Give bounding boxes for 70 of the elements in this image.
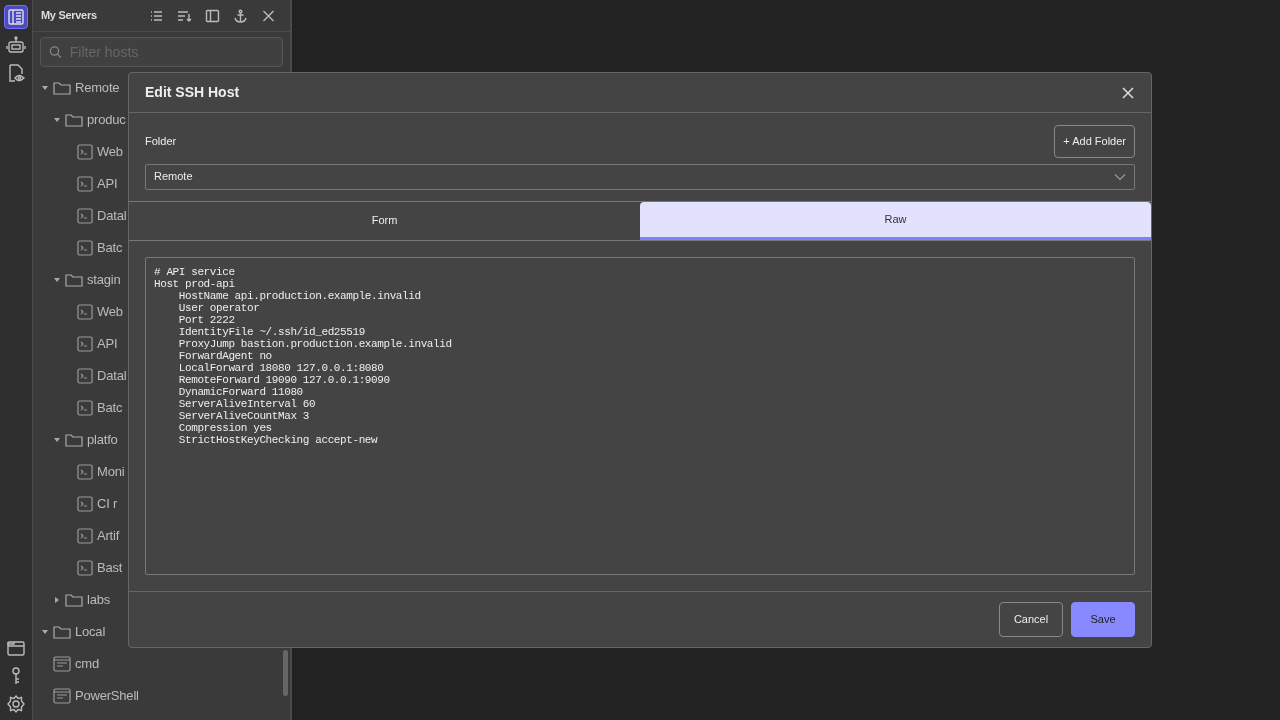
save-button[interactable]: Save: [1071, 602, 1135, 637]
caret-down-icon[interactable]: [42, 85, 48, 91]
field-label: Folder: [145, 134, 177, 149]
host-label[interactable]: CI r: [97, 494, 118, 514]
list-icon: [148, 8, 164, 23]
folder-icon: [65, 113, 83, 127]
caret-down-icon[interactable]: [54, 117, 60, 123]
terminal-icon: [77, 528, 93, 544]
folder-icon: [53, 625, 71, 639]
folder-icon: [53, 81, 71, 95]
caret-down-icon[interactable]: [54, 437, 60, 443]
scrollbar[interactable]: [283, 650, 288, 696]
window-icon: [6, 638, 26, 658]
folder-icon: [65, 433, 83, 447]
host-label[interactable]: Batc: [97, 398, 123, 418]
folder-label[interactable]: Local: [75, 622, 106, 642]
host-label[interactable]: Web: [97, 302, 123, 322]
terminal-icon: [77, 336, 93, 352]
config-editor[interactable]: # API service Host prod-api HostName api.production.example.invalid User operator Port 2222 IdentityFile ~/.ssh/id_ed25519 ProxyJump bastion.production.example.invalid ForwardAgent no LocalForward 18080 127.0.0.1:8080 RemoteForward 19090 127.0.0.1:9090 DynamicForward 11080 ServerAliveInterval 60 ServerAliveCountMax 3 Compression yes StrictHostKeyChecking accept-new: [145, 256, 1135, 575]
host-label[interactable]: Artif: [97, 526, 120, 546]
terminal-icon: [77, 400, 93, 416]
close-icon: [260, 8, 276, 23]
folder-icon: [65, 273, 83, 287]
terminal-icon: [77, 176, 93, 192]
terminal-icon: [77, 464, 93, 480]
caret-down-icon[interactable]: [42, 629, 48, 635]
gear-icon: [6, 694, 26, 714]
host-label[interactable]: Moni: [97, 462, 125, 482]
caret-down-icon[interactable]: [54, 277, 60, 283]
tab[interactable]: Raw: [640, 201, 1151, 240]
folder-select[interactable]: Remote: [145, 163, 1135, 190]
caret-right-icon[interactable]: [54, 597, 60, 603]
terminal-icon: [77, 208, 93, 224]
terminal-icon: [77, 560, 93, 576]
folder-label[interactable]: labs: [87, 590, 111, 610]
host-label[interactable]: Web: [97, 142, 123, 162]
panel-icon: [6, 7, 26, 27]
host-label[interactable]: PowerShell: [75, 686, 139, 706]
panel-title: My Servers: [41, 8, 98, 24]
cancel-button[interactable]: Cancel: [999, 602, 1063, 637]
add-folder-button[interactable]: + Add Folder: [1054, 125, 1135, 158]
folder-icon: [65, 593, 83, 607]
terminal-icon: [77, 304, 93, 320]
terminal-icon: [77, 368, 93, 384]
folder-label[interactable]: platfo: [87, 430, 118, 450]
folder-label[interactable]: stagin: [87, 270, 121, 290]
anchor-icon: [232, 8, 248, 23]
terminal-icon: [77, 240, 93, 256]
host-label[interactable]: Datal: [97, 366, 127, 386]
console-window-icon: [53, 656, 71, 672]
dialog-title: Edit SSH Host: [145, 83, 240, 102]
console-window-icon: [53, 688, 71, 704]
terminal-icon: [77, 144, 93, 160]
sort-icon: [176, 8, 192, 23]
host-label[interactable]: API: [97, 174, 118, 194]
folder-label[interactable]: produc: [87, 110, 126, 130]
host-label[interactable]: Bast: [97, 558, 123, 578]
document-eye-icon: [6, 63, 26, 83]
panel-icon: [204, 8, 220, 23]
host-label[interactable]: Datal: [97, 206, 127, 226]
terminal-icon: [77, 496, 93, 512]
chevron-down-icon: [1114, 172, 1126, 181]
host-label[interactable]: Batc: [97, 238, 123, 258]
panel-button[interactable]: [4, 5, 28, 29]
host-label[interactable]: cmd: [75, 654, 99, 674]
close-icon: [1121, 86, 1135, 101]
search-icon: [49, 45, 62, 59]
folder-label[interactable]: Remote: [75, 78, 120, 98]
robot-icon: [6, 35, 26, 55]
host-label[interactable]: API: [97, 334, 118, 354]
